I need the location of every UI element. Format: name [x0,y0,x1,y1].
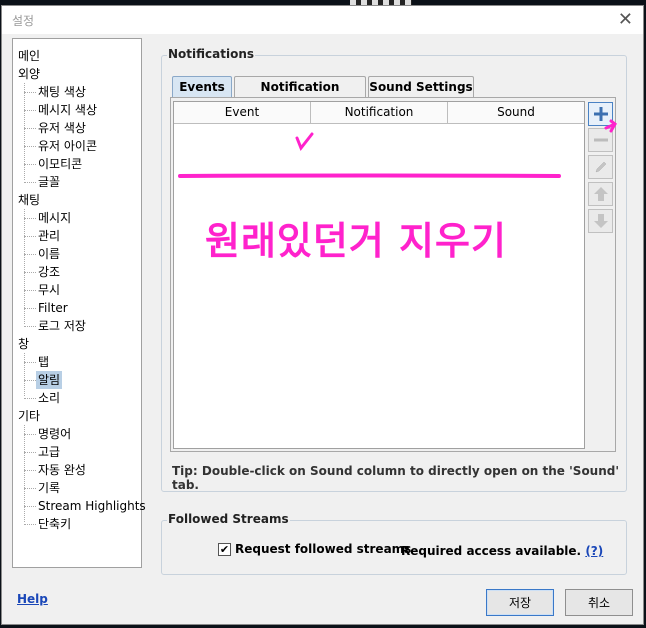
access-help-link[interactable]: (?) [585,544,603,558]
request-followed-checkbox[interactable]: ✔ [218,543,231,556]
request-followed-label[interactable]: Request followed streams [235,542,411,556]
followed-streams-title: Followed Streams [167,512,290,526]
annotation-arrow [604,119,617,133]
help-link[interactable]: Help [17,592,48,606]
annotation-text: 원래있던거 지우기 [205,219,507,263]
annotation-checkmark [295,132,314,151]
access-status-text: Required access available. [401,544,582,558]
save-button[interactable]: 저장 [486,589,554,616]
annotation-underline [178,173,561,178]
cancel-button[interactable]: 취소 [565,589,633,616]
access-status: Required access available. (?) [401,544,603,558]
